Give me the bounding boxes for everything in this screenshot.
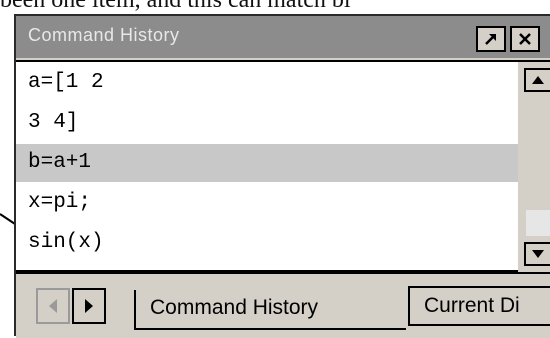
history-item[interactable]: a=[1 2 [16,64,518,102]
background-caption-fragment: been one item, and this can match bi [0,0,351,13]
arrow-down-icon [532,250,544,258]
scroll-up-button[interactable] [524,68,550,92]
arrow-left-icon [49,299,57,313]
history-item-selected[interactable]: b=a+1 [16,144,518,182]
window-title: Command History [28,25,180,45]
scrollbar-thumb[interactable] [524,90,550,210]
undock-arrow-icon [485,34,496,45]
scroll-down-button[interactable] [524,242,550,266]
history-list[interactable]: a=[1 2 3 4] b=a+1 x=pi; sin(x) [16,60,518,272]
history-item[interactable]: sin(x) [16,224,518,262]
close-button[interactable] [510,26,540,52]
command-history-window: Command History a=[1 2 3 4] b=a+1 x=pi; … [14,14,550,338]
arrow-up-icon [532,76,544,84]
history-item[interactable]: x=pi; [16,184,518,222]
tab-prev-button[interactable] [36,288,70,324]
tab-command-history[interactable]: Command History [134,290,406,330]
vertical-scrollbar[interactable] [518,60,550,274]
history-item[interactable]: 3 4] [16,104,518,142]
tab-next-button[interactable] [72,288,106,324]
tab-current-directory[interactable]: Current Di [408,286,550,326]
window-titlebar[interactable]: Command History [16,16,550,58]
arrow-right-icon [85,299,93,313]
tab-bar: Command History Current Di [16,272,550,338]
undock-button[interactable] [476,26,506,52]
close-icon [519,33,531,45]
